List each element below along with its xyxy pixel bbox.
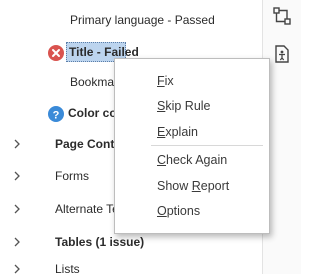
chevron-right-icon[interactable] [12,138,22,150]
menu-item-options[interactable]: Options [157,203,200,219]
workflow-icon[interactable] [272,6,292,26]
question-icon: ? [48,106,64,122]
tree-item-label: Tables (1 issue) [55,235,145,249]
tree-item-label: Title - Failed [69,45,139,59]
menu-item-fix[interactable]: Fix [157,73,174,89]
tree-item-forms[interactable]: Forms [55,168,89,184]
tree-item-label: Primary language - Passed [70,13,215,27]
tree-item-label: Forms [55,169,89,183]
chevron-right-icon[interactable] [12,236,22,248]
menu-item-explain[interactable]: Explain [157,124,198,140]
failed-x-icon [48,45,64,61]
tree-item-label: Page Conte [55,137,122,151]
tree-item-primary-language[interactable]: Primary language - Passed [70,12,215,28]
menu-item-show-report[interactable]: Show Report [157,178,229,194]
context-menu: Fix Skip Rule Explain Check Again Show R… [114,58,270,234]
accessibility-icon[interactable] [272,44,292,64]
tree-item-alternate-text[interactable]: Alternate Te [55,201,119,217]
tree-item-lists[interactable]: Lists [55,261,80,277]
tree-item-bookmarks[interactable]: Bookmar [70,74,118,90]
chevron-right-icon[interactable] [12,203,22,215]
menu-separator [151,145,263,146]
tree-item-label: Bookmar [70,75,119,89]
menu-item-skip-rule[interactable]: Skip Rule [157,98,211,114]
tree-item-tables[interactable]: Tables (1 issue) [55,234,144,250]
tree-item-page-content[interactable]: Page Conte [55,136,121,152]
tree-item-label: Alternate Te [55,202,119,216]
menu-item-check-again[interactable]: Check Again [157,152,227,168]
chevron-right-icon[interactable] [12,170,22,182]
svg-text:?: ? [53,110,60,122]
chevron-right-icon[interactable] [12,263,22,275]
